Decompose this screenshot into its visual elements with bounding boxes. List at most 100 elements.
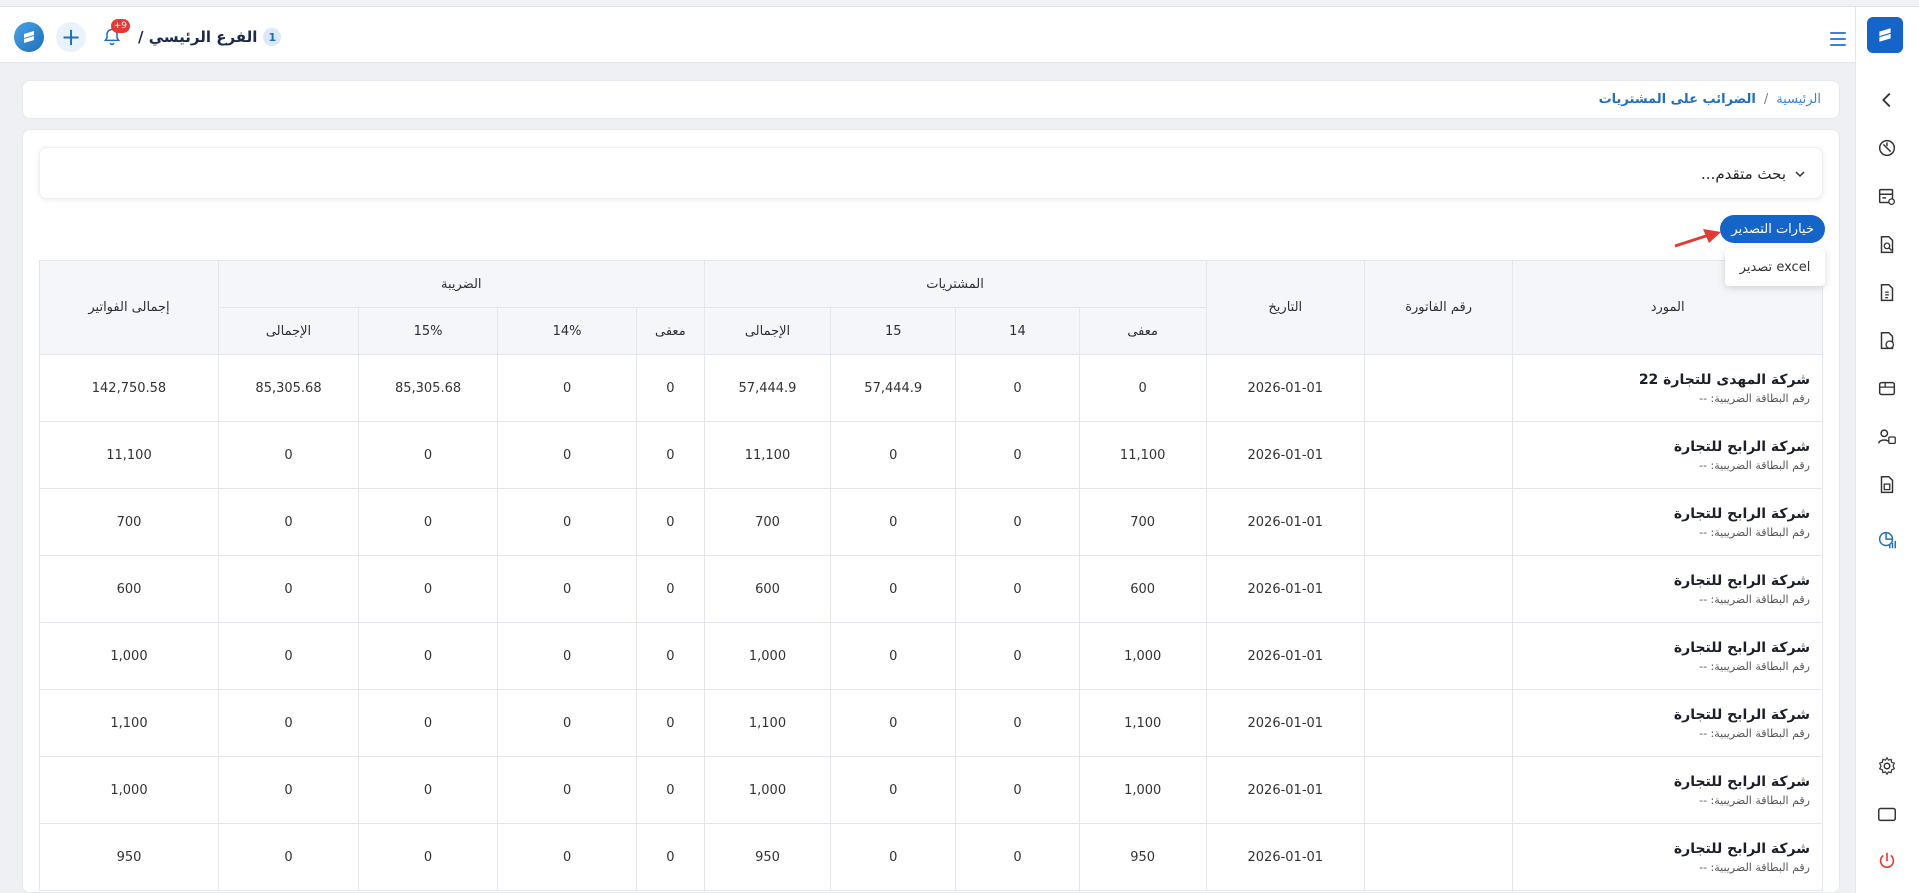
notifications-button[interactable]: +9 <box>98 19 130 51</box>
cell-t-15: 0 <box>358 421 499 489</box>
cell-p-total: 57,444.9 <box>703 354 832 422</box>
power-icon[interactable] <box>1874 848 1900 874</box>
header-tax-15: 15% <box>358 307 499 355</box>
advanced-search-panel[interactable]: بحث متقدم... <box>39 147 1823 199</box>
table-row[interactable]: شركة الرابح للتجارة رقم البطاقة الضريبية:… <box>39 756 1823 824</box>
supplier-tax-card: رقم البطاقة الضريبية: -- <box>1699 592 1810 606</box>
cell-t-14: 0 <box>497 354 638 422</box>
cell-t-total: 0 <box>217 421 360 489</box>
cell-date: 2026-01-01 <box>1205 823 1366 891</box>
cell-p-total: 1,000 <box>703 622 832 690</box>
window-icon[interactable] <box>1874 801 1900 827</box>
cell-p-exempt: 1,100 <box>1078 689 1207 757</box>
supplier-name: شركة الرابح للتجارة <box>1673 773 1810 790</box>
supplier-name: شركة الرابح للتجارة <box>1673 639 1810 656</box>
cell-t-14: 0 <box>497 421 638 489</box>
cell-p-14: 0 <box>955 488 1080 556</box>
cell-t-total: 85,305.68 <box>217 354 360 422</box>
top-bar-actions: + +9 1 الفرع الرئيسي / <box>14 19 282 53</box>
cell-supplier: شركة الرابح للتجارة رقم البطاقة الضريبية:… <box>1512 689 1823 757</box>
cell-p-exempt: 1,000 <box>1078 622 1207 690</box>
table-row[interactable]: شركة الرابح للتجارة رقم البطاقة الضريبية:… <box>39 823 1823 891</box>
supplier-tax-card: رقم البطاقة الضريبية: -- <box>1699 793 1810 807</box>
table-row[interactable]: شركة الرابح للتجارة رقم البطاقة الضريبية:… <box>39 488 1823 556</box>
cell-p-15: 0 <box>830 421 957 489</box>
cell-date: 2026-01-01 <box>1205 354 1366 422</box>
cell-t-15: 85,305.68 <box>358 354 499 422</box>
cell-t-exempt: 0 <box>636 622 705 690</box>
header-purchases-group: المشتريات <box>703 260 1207 308</box>
table-row[interactable]: شركة الرابح للتجارة رقم البطاقة الضريبية:… <box>39 421 1823 489</box>
invoice-icon[interactable] <box>1874 280 1900 306</box>
menu-toggle-icon[interactable] <box>1830 32 1846 46</box>
supplier-name: شركة الرابح للتجارة <box>1673 572 1810 589</box>
cell-t-exempt: 0 <box>636 555 705 623</box>
chevron-left-icon[interactable] <box>1874 87 1900 113</box>
document-search-icon[interactable] <box>1874 232 1900 258</box>
export-options-button[interactable]: خيارات التصدير <box>1720 215 1825 243</box>
cell-supplier: شركة الرابح للتجارة رقم البطاقة الضريبية:… <box>1512 823 1823 891</box>
cell-p-exempt: 950 <box>1078 823 1207 891</box>
cell-p-exempt: 600 <box>1078 555 1207 623</box>
inventory-icon[interactable] <box>1874 376 1900 402</box>
cell-t-14: 0 <box>497 622 638 690</box>
table-row[interactable]: شركة المهدى للتجارة 22 رقم البطاقة الضريب… <box>39 354 1823 422</box>
cell-p-total: 700 <box>703 488 832 556</box>
export-excel-menu-item[interactable]: تصدير excel <box>1725 248 1825 286</box>
cell-t-total: 0 <box>217 823 360 891</box>
cell-invoice-number <box>1364 756 1514 824</box>
cell-t-total: 0 <box>217 756 360 824</box>
cell-grand: 950 <box>39 823 219 891</box>
brand-logo-icon[interactable] <box>1867 17 1903 53</box>
cell-t-exempt: 0 <box>636 421 705 489</box>
cell-p-14: 0 <box>955 421 1080 489</box>
purchases-tax-table: المورد رقم الفاتورة التاريخ المشتريات ال… <box>39 260 1823 891</box>
add-button[interactable]: + <box>56 22 86 52</box>
breadcrumb-home-link[interactable]: الرئيسية <box>1776 92 1821 107</box>
pos-icon[interactable] <box>1874 184 1900 210</box>
cell-p-total: 11,100 <box>703 421 832 489</box>
purchases-icon[interactable] <box>1874 472 1900 498</box>
breadcrumb-separator: / <box>1763 92 1769 107</box>
supplier-tax-card: رقم البطاقة الضريبية: -- <box>1699 525 1810 539</box>
cell-invoice-number <box>1364 421 1514 489</box>
cell-t-15: 0 <box>358 488 499 556</box>
table-row[interactable]: شركة الرابح للتجارة رقم البطاقة الضريبية:… <box>39 622 1823 690</box>
advanced-search-label: بحث متقدم... <box>1701 165 1786 183</box>
cell-t-15: 0 <box>358 555 499 623</box>
header-tax-total: الإجمالى <box>217 307 360 355</box>
cell-t-14: 0 <box>497 555 638 623</box>
header-tax-14: 14% <box>497 307 638 355</box>
cell-p-15: 0 <box>830 756 957 824</box>
cell-invoice-number <box>1364 823 1514 891</box>
cell-grand: 1,100 <box>39 689 219 757</box>
users-icon[interactable] <box>1874 424 1900 450</box>
header-purchases-exempt: معفى <box>1078 307 1207 355</box>
cell-p-15: 0 <box>830 622 957 690</box>
cell-invoice-number <box>1364 689 1514 757</box>
table-row[interactable]: شركة الرابح للتجارة رقم البطاقة الضريبية:… <box>39 555 1823 623</box>
breadcrumb-card: الرئيسية / الضرائب على المشتريات <box>22 80 1840 119</box>
cell-t-total: 0 <box>217 555 360 623</box>
table-row[interactable]: شركة الرابح للتجارة رقم البطاقة الضريبية:… <box>39 689 1823 757</box>
advanced-search-toggle[interactable]: بحث متقدم... <box>1701 165 1806 183</box>
cell-p-14: 0 <box>955 756 1080 824</box>
cell-date: 2026-01-01 <box>1205 555 1366 623</box>
app-logo-icon[interactable] <box>14 22 44 52</box>
cell-t-14: 0 <box>497 488 638 556</box>
cell-t-total: 0 <box>217 488 360 556</box>
cell-p-15: 57,444.9 <box>830 354 957 422</box>
cell-grand: 1,000 <box>39 756 219 824</box>
tax-report-icon[interactable] <box>1874 527 1900 553</box>
cell-p-total: 950 <box>703 823 832 891</box>
branch-selector[interactable]: 1 الفرع الرئيسي / <box>138 28 282 46</box>
cell-t-15: 0 <box>358 622 499 690</box>
dashboard-icon[interactable] <box>1874 135 1900 161</box>
cell-p-14: 0 <box>955 354 1080 422</box>
settings-icon[interactable] <box>1874 753 1900 779</box>
header-invoice-number: رقم الفاتورة <box>1364 260 1514 355</box>
supplier-name: شركة الرابح للتجارة <box>1673 438 1810 455</box>
cell-p-15: 0 <box>830 488 957 556</box>
cell-supplier: شركة الرابح للتجارة رقم البطاقة الضريبية:… <box>1512 488 1823 556</box>
sales-report-icon[interactable] <box>1874 328 1900 354</box>
